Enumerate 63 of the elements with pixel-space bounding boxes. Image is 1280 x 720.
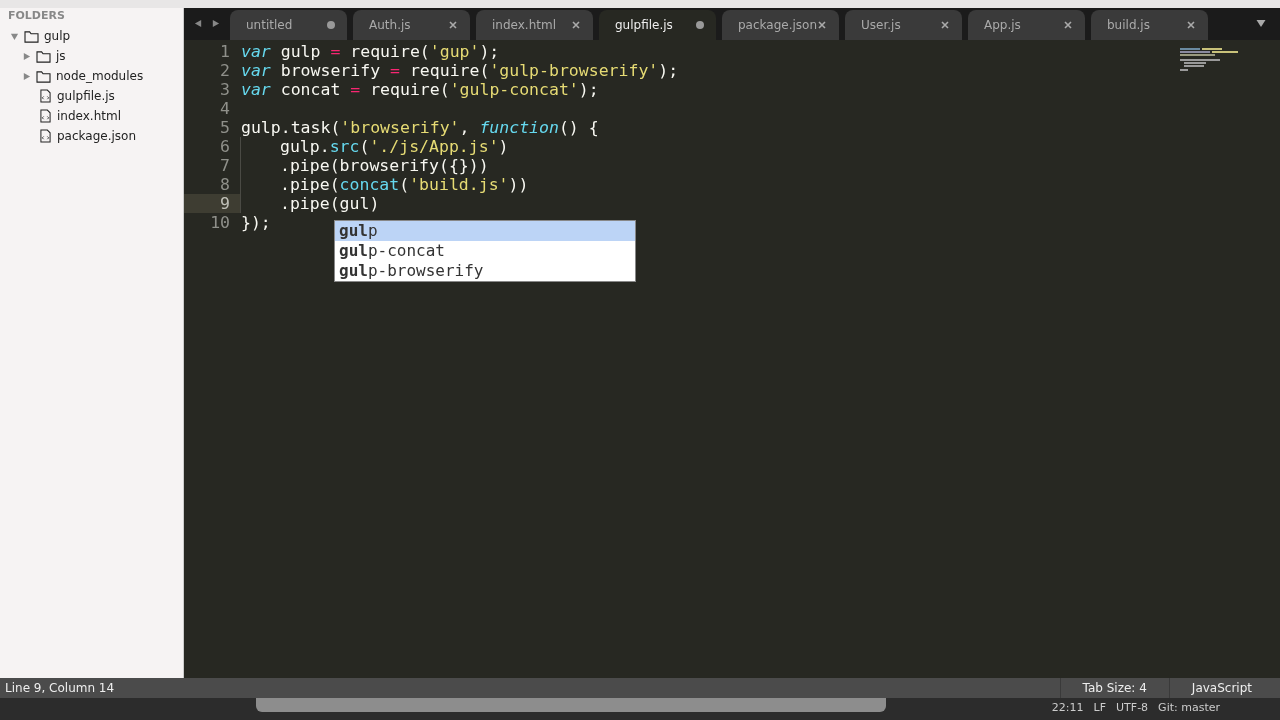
line-number: 3 (219, 80, 231, 99)
close-icon[interactable] (817, 20, 827, 30)
close-icon[interactable] (571, 20, 581, 30)
close-icon[interactable] (940, 20, 950, 30)
minimap-drawing[interactable] (1180, 48, 1240, 72)
tab[interactable]: untitled (230, 10, 347, 40)
autocomplete-item[interactable]: gulp-browserify (335, 261, 635, 281)
unsaved-dot-icon (696, 21, 704, 29)
folder-item[interactable]: js (56, 49, 66, 63)
code-line: .pipe(concat('build.js')) (240, 175, 529, 194)
code-line: gulp.task('browserify', function() { (240, 118, 599, 137)
folder-icon (36, 69, 51, 83)
tab[interactable]: gulpfile.js (599, 10, 716, 40)
menu-bar-item: LF (1093, 701, 1107, 714)
folder-icon (36, 49, 51, 63)
file-icon (40, 129, 51, 143)
forward-arrow-icon[interactable] (211, 19, 220, 28)
folder-item[interactable]: node_modules (56, 69, 144, 83)
code-line: .pipe(browserify({})) (240, 156, 489, 175)
file-icon (40, 89, 51, 103)
file-item[interactable]: gulpfile.js (57, 89, 115, 103)
close-icon[interactable] (1186, 20, 1196, 30)
line-number: 4 (219, 99, 231, 118)
menu-bar-item: UTF-8 (1116, 701, 1149, 714)
line-number: 1 (219, 42, 231, 61)
code-line: .pipe(gul) (240, 194, 380, 213)
file-item[interactable]: package.json (57, 129, 136, 143)
close-icon[interactable] (1063, 20, 1073, 30)
code-line: var concat = require('gulp-concat'); (240, 80, 599, 99)
file-item[interactable]: index.html (57, 109, 121, 123)
line-number: 9 (184, 194, 240, 213)
line-number: 5 (219, 118, 231, 137)
tab[interactable]: App.js (968, 10, 1085, 40)
back-arrow-icon[interactable] (194, 19, 203, 28)
code-line: var gulp = require('gup'); (240, 42, 500, 61)
line-number: 8 (219, 175, 231, 194)
tab[interactable]: package.json (722, 10, 839, 40)
autocomplete-item[interactable]: gulp (335, 221, 635, 241)
menu-bar-item: Git: master (1158, 701, 1220, 714)
code-line: }); (240, 213, 271, 232)
tab[interactable]: build.js (1091, 10, 1208, 40)
folder-icon (24, 29, 39, 43)
tab[interactable]: User.js (845, 10, 962, 40)
autocomplete-item[interactable]: gulp-concat (335, 241, 635, 261)
code-line: var browserify = require('gulp-browserify'); (240, 61, 679, 80)
line-number: 6 (219, 137, 231, 156)
sidebar-heading: FOLDERS (7, 9, 66, 24)
disclosure-triangle-icon[interactable] (10, 31, 19, 41)
line-number: 2 (219, 61, 231, 80)
line-number: 7 (219, 156, 231, 175)
line-number: 10 (209, 213, 231, 232)
disclosure-triangle-icon[interactable] (22, 51, 31, 61)
dropdown-triangle-icon[interactable] (1256, 19, 1266, 28)
close-icon[interactable] (448, 20, 458, 30)
menu-bar-item: 22:11 (1051, 701, 1084, 714)
file-icon (40, 109, 51, 123)
code-line: gulp.src('./js/App.js') (240, 137, 509, 156)
tab[interactable]: index.html (476, 10, 593, 40)
unsaved-dot-icon (327, 21, 335, 29)
folder-item[interactable]: gulp (44, 29, 71, 43)
cursor-position: Line 9, Column 14 (4, 681, 115, 695)
disclosure-triangle-icon[interactable] (22, 71, 31, 81)
tab[interactable]: Auth.js (353, 10, 470, 40)
